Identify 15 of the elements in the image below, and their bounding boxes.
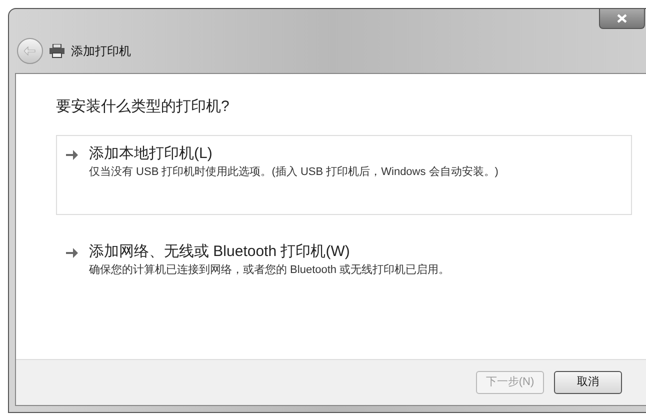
- option-description: 仅当没有 USB 打印机时使用此选项。(插入 USB 打印机后，Windows 会自动安装。): [89, 164, 498, 180]
- close-icon: [617, 14, 627, 23]
- dialog-button[interactable]: 取消: [554, 371, 622, 394]
- window-title: 添加打印机: [71, 43, 131, 60]
- option-button[interactable]: 添加网络、无线或 Bluetooth 打印机(W) 确保您的计算机已连接到网络，或者您的 Bluetooth 或无线打印机已启用。: [56, 232, 632, 284]
- option-button[interactable]: 添加本地打印机(L) 仅当没有 USB 打印机时使用此选项。(插入 USB 打印机后，Windows 会自动安装。): [56, 134, 632, 214]
- page-heading: 要安装什么类型的打印机?: [56, 97, 230, 117]
- arrow-icon: [65, 246, 79, 258]
- printer-icon: [49, 44, 65, 58]
- option-description: 确保您的计算机已连接到网络，或者您的 Bluetooth 或无线打印机已启用。: [89, 262, 450, 278]
- option-title: 添加网络、无线或 Bluetooth 打印机(W): [89, 242, 351, 262]
- option-title: 添加本地打印机(L): [89, 144, 214, 164]
- arrow-icon: [65, 148, 79, 160]
- close-button[interactable]: [599, 9, 645, 29]
- back-arrow-icon: [24, 46, 36, 56]
